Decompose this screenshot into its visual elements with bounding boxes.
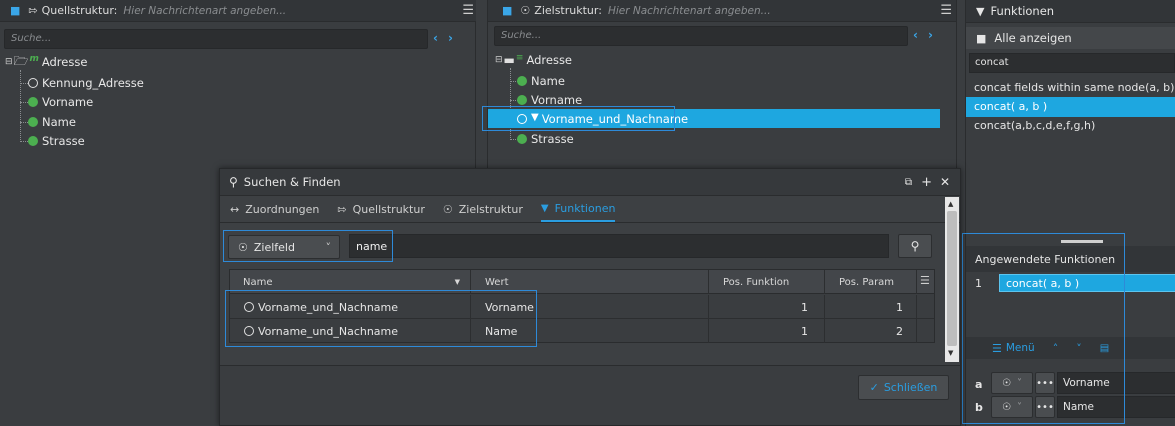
list-green-icon: ≡ (515, 53, 524, 63)
plus-icon[interactable]: + (921, 175, 932, 190)
target-search-input[interactable]: Suche... (494, 26, 908, 46)
target-header: ■ ☉ Zielstruktur: Hier Nachrichtenart an… (488, 0, 956, 22)
dialog-search-input[interactable]: name (349, 234, 889, 258)
column-header-pos-funktion[interactable]: Pos. Funktion (709, 270, 825, 294)
function-item-selected-label: concat( a, b ) (974, 100, 1048, 113)
next-arrow-icon[interactable]: › (928, 28, 933, 42)
show-all-button[interactable]: ■ Alle anzeigen (966, 27, 1175, 49)
menu-icon[interactable]: ☰ (940, 3, 952, 18)
target-title: Zielstruktur: (534, 4, 602, 17)
cell-pos-param: 1 (896, 300, 903, 314)
prev-arrow-icon[interactable]: ‹ (913, 28, 918, 42)
function-item[interactable]: concat fields within same node(a, b) (974, 81, 1174, 94)
source-type-input[interactable]: Hier Nachrichtenart angeben... (123, 5, 286, 17)
functions-search-input[interactable]: concat (969, 53, 1175, 73)
prev-arrow-icon[interactable]: ‹ (433, 31, 438, 45)
next-arrow-icon[interactable]: › (448, 31, 453, 45)
cell-pos-funktion: 1 (801, 300, 808, 314)
menu-icon[interactable]: ☰ (462, 3, 474, 18)
tab-zielstruktur[interactable]: ☉ Zielstruktur (443, 197, 523, 222)
dialog-title: Suchen & Finden (243, 175, 341, 189)
folder-open-icon[interactable]: ■ (10, 4, 20, 17)
import-icon[interactable]: ⇰ (28, 4, 37, 17)
dialog-titlebar[interactable]: ⚲ Suchen & Finden ⧉ + ✕ (220, 169, 960, 196)
tab-funktionen[interactable]: ▼ Funktionen (540, 197, 616, 222)
sort-down-icon[interactable]: ▼ (455, 278, 460, 286)
column-header-pos-param[interactable]: Pos. Param (825, 270, 917, 294)
source-search-input[interactable]: Suche... (4, 29, 428, 49)
functions-header: ▼ Funktionen (966, 0, 1175, 23)
close-button[interactable]: ✓ Schließen (858, 375, 949, 400)
scroll-down-icon[interactable]: ▼ (948, 349, 953, 357)
check-icon: ✓ (869, 381, 879, 394)
filter-focus-outline (223, 230, 393, 262)
function-item[interactable]: concat(a,b,c,d,e,f,g,h) (974, 119, 1095, 132)
target-type-input[interactable]: Hier Nachrichtenart angeben... (608, 5, 771, 17)
green-dot-icon (28, 117, 38, 127)
dialog-tabs: ↔ Zuordnungen ⇰ Quellstruktur ☉ Zielstruktu… (220, 197, 960, 223)
scrollbar-thumb[interactable] (947, 211, 957, 346)
folder-icon: ▬ (503, 53, 515, 67)
cell-pos-funktion: 1 (801, 324, 808, 338)
filter-icon: ▼ (976, 4, 985, 18)
collapse-icon[interactable]: ⊟ (5, 57, 13, 67)
import-icon: ⇰ (337, 203, 347, 216)
tab-quellstruktur[interactable]: ⇰ Quellstruktur (337, 197, 424, 222)
target-root[interactable]: ⊟ ▬ ≡ Adresse (495, 51, 572, 69)
search-dialog: ⚲ Suchen & Finden ⧉ + ✕ ↔ Zuordnungen ⇰ Qu… (219, 168, 961, 426)
green-dot-icon (517, 76, 527, 86)
search-icon: ⚲ (910, 239, 920, 253)
search-button[interactable]: ⚲ (898, 234, 932, 258)
green-dot-icon (28, 136, 38, 146)
source-item[interactable]: Kennung_Adresse (28, 74, 144, 92)
target-circle-icon: ☉ (520, 4, 531, 17)
close-icon[interactable]: ✕ (940, 175, 950, 189)
green-dot-icon (517, 134, 527, 144)
applied-focus-outline (962, 233, 1125, 424)
cell-pos-param: 2 (896, 324, 903, 338)
target-item[interactable]: Strasse (517, 130, 574, 148)
source-item[interactable]: Strasse (28, 132, 85, 150)
green-dot-icon (517, 95, 527, 105)
source-title: Quellstruktur: (41, 4, 118, 17)
dialog-footer (220, 365, 960, 425)
collapse-icon[interactable]: ⊟ (495, 55, 503, 65)
column-menu-icon[interactable]: ☰ (920, 274, 930, 287)
arrows-icon: ↔ (230, 203, 240, 216)
folder-open-icon: ■ (976, 31, 987, 45)
source-item[interactable]: Vorname (28, 93, 93, 111)
source-item[interactable]: Name (28, 113, 76, 131)
empty-circle-icon (28, 78, 38, 88)
scroll-up-icon[interactable]: ▲ (948, 200, 953, 208)
folder-open-icon[interactable]: ■ (502, 4, 512, 17)
message-type-icon: m (29, 54, 39, 64)
tab-zuordnungen[interactable]: ↔ Zuordnungen (230, 197, 319, 222)
filter-icon: ▼ (540, 203, 549, 214)
restore-icon[interactable]: ⧉ (905, 177, 912, 188)
target-item[interactable]: Name (517, 72, 565, 90)
target-circle-icon: ☉ (442, 203, 453, 216)
focus-outline (482, 106, 675, 131)
green-dot-icon (28, 97, 38, 107)
search-icon: ⚲ (229, 175, 238, 189)
rows-focus-outline (225, 290, 537, 347)
source-header: ■ ⇰ Quellstruktur: Hier Nachrichtenart a… (0, 0, 476, 22)
source-root[interactable]: ⊟ 🗁 m Adresse (5, 53, 87, 71)
